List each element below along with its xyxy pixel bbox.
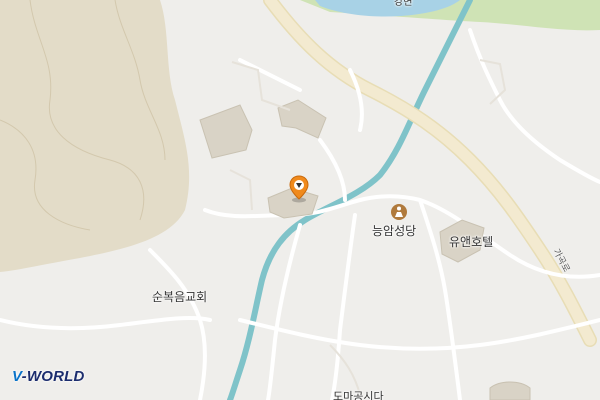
person-icon[interactable] xyxy=(390,203,408,221)
building xyxy=(277,99,327,139)
building xyxy=(489,381,531,400)
buildings xyxy=(199,99,531,400)
building xyxy=(199,104,253,159)
vworld-logo: V-WORLD xyxy=(12,368,85,385)
label-top-partial: 강변 xyxy=(394,0,413,8)
label-bottom-partial: 도마공시다 xyxy=(333,390,384,400)
label-neungam-church[interactable]: 능암성당 xyxy=(372,222,416,239)
map-view[interactable]: 능암성당 유앤호텔 순복음교회 가곡로 도마공시다 강변 V-WORLD xyxy=(0,0,600,400)
label-sunbokeum-church[interactable]: 순복음교회 xyxy=(152,288,207,305)
label-hotel[interactable]: 유앤호텔 xyxy=(449,233,493,250)
location-pin-icon[interactable] xyxy=(289,175,309,203)
logo-prefix: V xyxy=(12,368,22,385)
stream xyxy=(227,0,473,400)
logo-text: -WORLD xyxy=(21,368,85,385)
